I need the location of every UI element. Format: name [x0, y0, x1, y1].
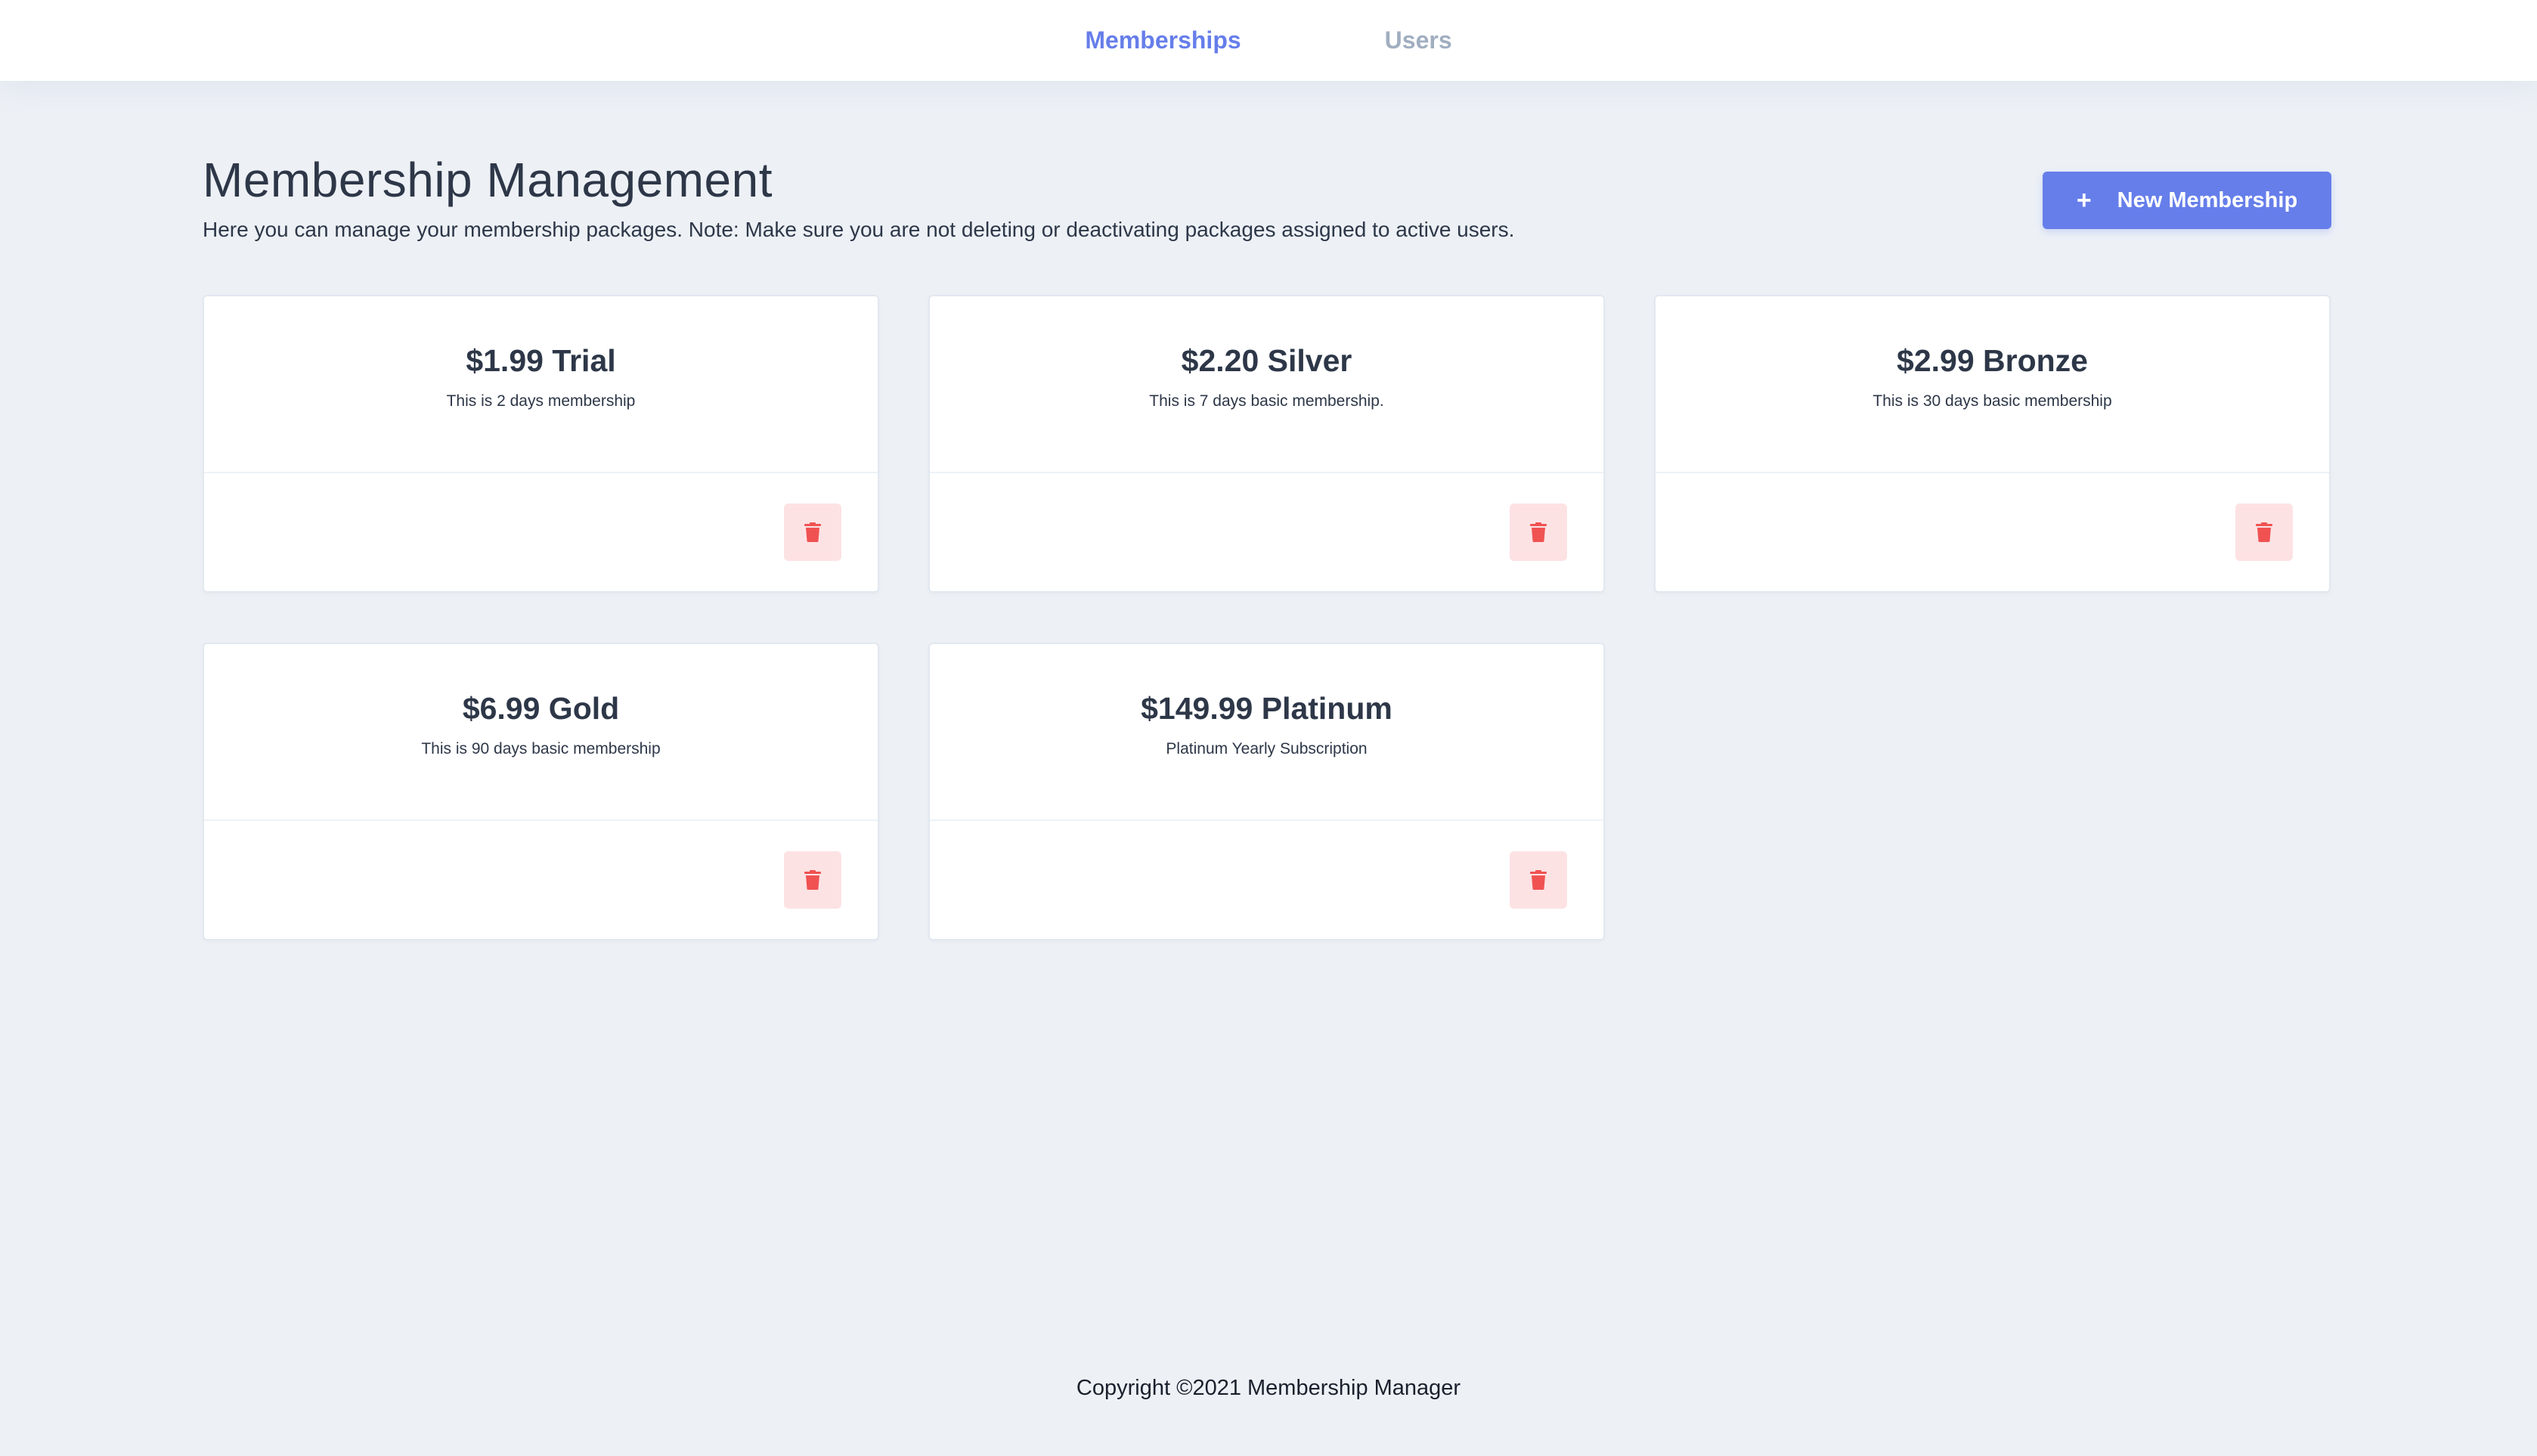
main-content: Membership Management Here you can manag… [203, 151, 2331, 940]
page-title: Membership Management [203, 153, 773, 207]
delete-membership-button[interactable] [2235, 503, 2293, 561]
trash-icon [804, 522, 821, 542]
membership-title: $6.99 Gold [462, 691, 620, 726]
top-navigation: Memberships Users [0, 0, 2537, 81]
plus-icon: + [2076, 186, 2092, 215]
footer: Copyright ©2021 Membership Manager [0, 1376, 2537, 1401]
membership-description: This is 2 days membership [446, 392, 636, 410]
membership-card: $6.99 Gold This is 90 days basic members… [203, 643, 879, 940]
membership-title: $1.99 Trial [466, 343, 616, 378]
copyright-text: Copyright ©2021 Membership Manager [1076, 1376, 1461, 1400]
membership-card-actions [204, 473, 878, 591]
membership-title: $2.20 Silver [1181, 343, 1352, 378]
membership-card-actions [930, 473, 1603, 591]
membership-description: This is 7 days basic membership. [1149, 392, 1384, 410]
membership-description: Platinum Yearly Subscription [1166, 740, 1368, 757]
new-membership-label: New Membership [2117, 187, 2298, 212]
membership-card: $149.99 Platinum Platinum Yearly Subscri… [928, 643, 1605, 940]
membership-card-body: $149.99 Platinum Platinum Yearly Subscri… [930, 644, 1603, 821]
membership-title: $149.99 Platinum [1141, 691, 1392, 726]
membership-title: $2.99 Bronze [1897, 343, 2088, 378]
membership-description: This is 30 days basic membership [1873, 392, 2112, 410]
membership-card-body: $1.99 Trial This is 2 days membership [204, 296, 878, 473]
trash-icon [2256, 522, 2272, 542]
membership-card-actions [1656, 473, 2329, 591]
delete-membership-button[interactable] [784, 851, 841, 909]
membership-card-body: $2.99 Bronze This is 30 days basic membe… [1656, 296, 2329, 473]
trash-icon [1530, 522, 1547, 542]
delete-membership-button[interactable] [784, 503, 841, 561]
membership-card-actions [930, 821, 1603, 939]
membership-card-body: $6.99 Gold This is 90 days basic members… [204, 644, 878, 821]
membership-card: $2.20 Silver This is 7 days basic member… [928, 295, 1605, 593]
trash-icon [1530, 870, 1547, 890]
membership-card-body: $2.20 Silver This is 7 days basic member… [930, 296, 1603, 473]
new-membership-button[interactable]: + New Membership [2043, 172, 2331, 229]
membership-card-actions [204, 821, 878, 939]
membership-grid: $1.99 Trial This is 2 days membership $2… [203, 295, 2331, 940]
nav-users-link[interactable]: Users [1385, 19, 1452, 62]
membership-description: This is 90 days basic membership [421, 740, 661, 757]
delete-membership-button[interactable] [1510, 503, 1567, 561]
nav-memberships-link[interactable]: Memberships [1085, 19, 1241, 62]
membership-card: $1.99 Trial This is 2 days membership [203, 295, 879, 593]
membership-card: $2.99 Bronze This is 30 days basic membe… [1654, 295, 2331, 593]
page-subtitle: Here you can manage your membership pack… [203, 218, 1515, 241]
delete-membership-button[interactable] [1510, 851, 1567, 909]
page-header: Membership Management Here you can manag… [203, 151, 2331, 295]
trash-icon [804, 870, 821, 890]
